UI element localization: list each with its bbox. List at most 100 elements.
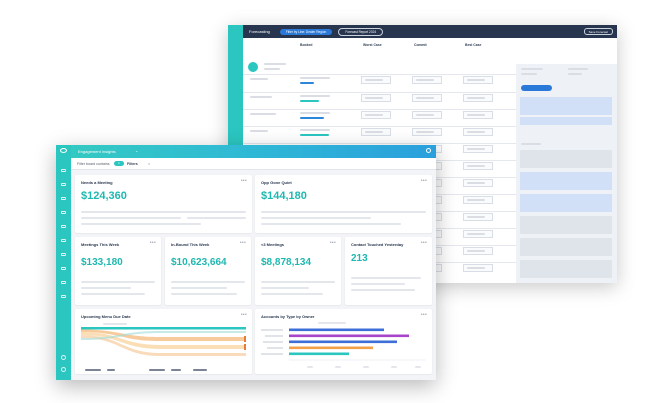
chart-bar[interactable] [289, 346, 373, 350]
placeholder-line [261, 217, 371, 220]
placeholder-line [351, 283, 405, 286]
detail-block [520, 150, 612, 168]
gear-icon[interactable] [426, 148, 431, 153]
cell-value [467, 79, 485, 81]
column-commit[interactable]: Commit [414, 43, 427, 47]
table-row-divider [243, 74, 516, 75]
save-forecast-button[interactable]: Save Forecast [583, 28, 613, 35]
column-booked[interactable]: Booked [300, 43, 312, 47]
nav-icon[interactable] [61, 211, 66, 214]
placeholder-line [171, 281, 245, 284]
card-under-three-meetings[interactable]: <3 Meetings ••• $8,878,134 [255, 237, 341, 305]
chart-bar[interactable] [289, 352, 349, 356]
card-opp-gone-quiet[interactable]: Opp Gone Quiet ••• $144,180 [255, 175, 432, 233]
cell-value [416, 131, 434, 133]
cell-value [467, 250, 485, 252]
detail-highlight [520, 194, 612, 212]
cell-value [467, 114, 485, 116]
legend-item [107, 369, 115, 371]
chevron-down-icon[interactable]: ⌄ [135, 148, 138, 153]
card-title: In-Bound This Week [171, 242, 210, 247]
nav-icon[interactable] [61, 183, 66, 186]
card-value: $144,180 [261, 190, 307, 202]
detail-highlight [520, 117, 612, 125]
card-inbound-this-week[interactable]: In-Bound This Week ••• $10,623,664 [165, 237, 251, 305]
menu-dots-icon[interactable]: ••• [421, 240, 427, 246]
cell-value [467, 165, 485, 167]
cell-value [365, 79, 383, 81]
legend-item [149, 369, 165, 371]
card-upcoming-menu-due-date[interactable]: Upcoming Menu Due Date ••• [75, 309, 252, 374]
placeholder-line [521, 68, 543, 70]
menu-dots-icon[interactable]: ••• [150, 240, 156, 246]
cell-value [416, 79, 434, 81]
menu-dots-icon[interactable]: ••• [421, 178, 427, 184]
sankey-node [81, 327, 246, 330]
nav-icon[interactable] [61, 281, 66, 284]
placeholder-line [261, 223, 401, 226]
detail-highlight [520, 97, 612, 115]
placeholder-line [81, 287, 131, 290]
bar-label [267, 347, 283, 349]
column-best-case[interactable]: Best Case [465, 43, 481, 47]
detail-block [520, 260, 612, 278]
card-title: <3 Meetings [261, 242, 285, 247]
sankey-chart [81, 327, 246, 356]
nav-icon[interactable] [61, 197, 66, 200]
menu-dots-icon[interactable]: ••• [240, 240, 246, 246]
report-dropdown[interactable]: Forecast Report 2024 [338, 27, 384, 36]
card-value: $8,878,134 [261, 257, 312, 268]
booked-progress-bar [300, 117, 324, 119]
logo-icon [60, 148, 67, 153]
card-title: Opp Gone Quiet [261, 180, 292, 185]
placeholder-line [261, 211, 426, 214]
clear-filters-button[interactable]: × [148, 162, 150, 166]
card-contact-touched-yesterday[interactable]: Contact Touched Yesterday ••• 213 [345, 237, 432, 305]
bar-chart [261, 328, 426, 361]
axis-tick-label [363, 366, 369, 368]
axis-tick-label [391, 366, 397, 368]
chart-bar[interactable] [289, 340, 397, 344]
back-top-bar: Forecasting Filter by Line: Dealer Regio… [243, 25, 617, 38]
insights-window: Engagement Insights ⌄ Filter board conta… [56, 145, 436, 380]
card-needs-meeting[interactable]: Needs a Meeting ••• $124,360 [75, 175, 252, 233]
nav-icon[interactable] [61, 239, 66, 242]
filter-bar: Filter board contains 1 Filters × [71, 158, 436, 170]
filters-button[interactable]: Filters [127, 162, 138, 166]
detail-action-button[interactable] [521, 85, 552, 91]
help-icon[interactable] [61, 355, 66, 360]
menu-dots-icon[interactable]: ••• [241, 312, 247, 318]
nav-icon[interactable] [61, 295, 66, 298]
row-label [250, 78, 268, 80]
table-row-divider [243, 109, 516, 110]
avatar [248, 62, 258, 72]
booked-value [300, 129, 330, 131]
cell-value [365, 97, 383, 99]
placeholder-line [81, 293, 145, 296]
column-worst-case[interactable]: Worst Case [363, 43, 382, 47]
menu-dots-icon[interactable]: ••• [330, 240, 336, 246]
profile-icon[interactable] [61, 367, 66, 372]
placeholder-line [103, 323, 127, 325]
chart-bar[interactable] [289, 328, 384, 332]
placeholder-line [81, 211, 246, 214]
filter-count-chip[interactable]: 1 [114, 161, 124, 166]
booked-value [300, 95, 330, 97]
nav-icon[interactable] [61, 267, 66, 270]
front-app-title: Engagement Insights [78, 148, 116, 154]
cell-value [467, 148, 485, 150]
row-label [250, 96, 272, 98]
menu-dots-icon[interactable]: ••• [241, 178, 247, 184]
nav-icon[interactable] [61, 169, 66, 172]
nav-icon[interactable] [61, 225, 66, 228]
card-accounts-by-type[interactable]: Accounts by Type by Owner ••• [255, 309, 432, 374]
filter-label: Filter board contains [77, 161, 110, 166]
filter-pill[interactable]: Filter by Line: Dealer Region [279, 28, 333, 35]
chart-bar[interactable] [289, 334, 409, 338]
placeholder-line [171, 293, 237, 296]
nav-icon[interactable] [61, 253, 66, 256]
cell-value [467, 199, 485, 201]
sankey-node [244, 344, 246, 350]
card-meetings-this-week[interactable]: Meetings This Week ••• $133,180 [75, 237, 161, 305]
menu-dots-icon[interactable]: ••• [421, 312, 427, 318]
